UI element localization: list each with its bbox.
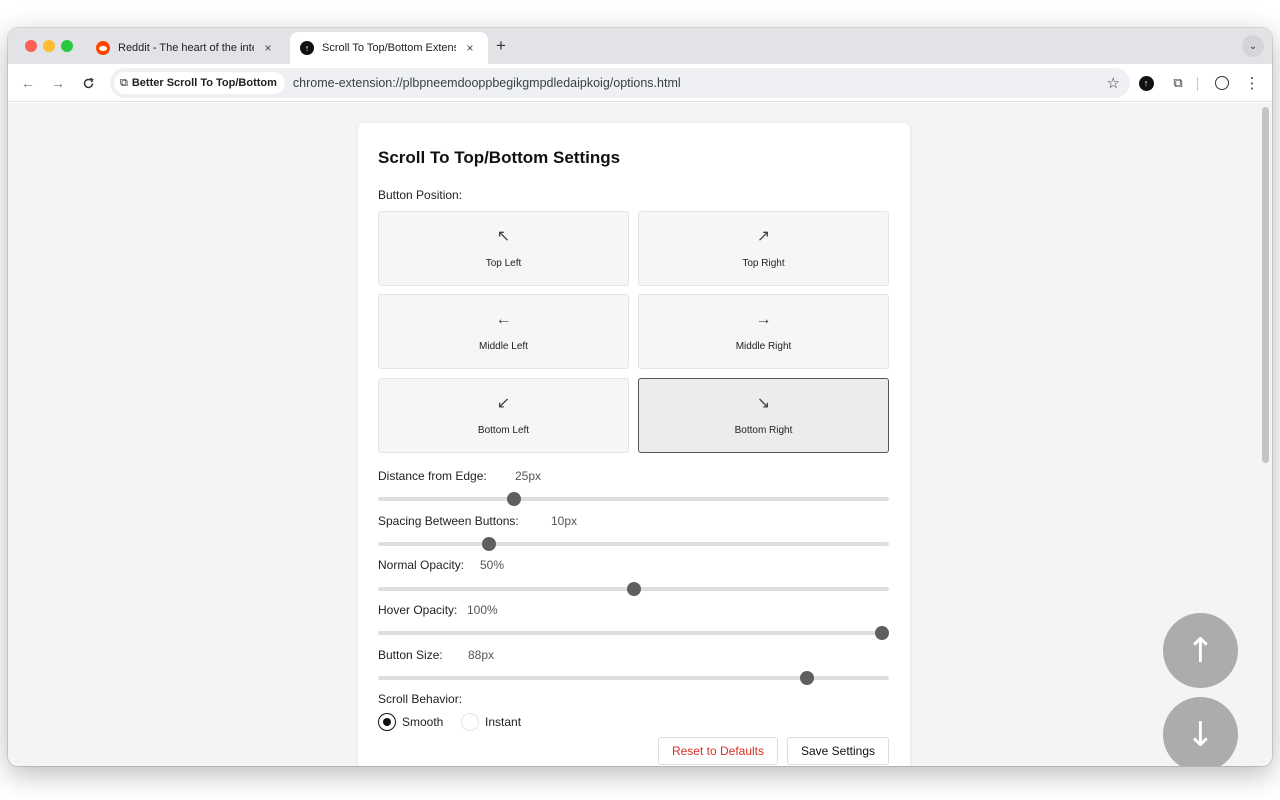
- profile-avatar-icon[interactable]: [1212, 73, 1232, 93]
- maximize-window-button[interactable]: [61, 40, 73, 52]
- scroll-to-bottom-floating-button[interactable]: ↓: [1163, 697, 1238, 766]
- scroll-extension-icon: ↑: [300, 41, 314, 55]
- arrow-right-icon: →: [755, 311, 772, 328]
- arrow-up-left-icon: ↖: [496, 228, 511, 245]
- tab-close-icon[interactable]: ×: [462, 41, 478, 55]
- normal-opacity-slider[interactable]: [378, 582, 889, 596]
- settings-card: Scroll To Top/Bottom Settings Button Pos…: [358, 123, 910, 766]
- position-middle-right-button[interactable]: → Middle Right: [638, 294, 889, 369]
- spacing-between-buttons-label: Spacing Between Buttons:: [378, 514, 519, 528]
- position-label: Middle Left: [479, 341, 528, 352]
- settings-title: Scroll To Top/Bottom Settings: [378, 148, 621, 167]
- scroll-behavior-label: Scroll Behavior:: [378, 692, 463, 706]
- site-info-chip[interactable]: ⧉ Better Scroll To Top/Bottom: [114, 72, 285, 94]
- bookmark-star-icon[interactable]: ☆: [1107, 74, 1120, 92]
- arrow-up-right-icon: ↗: [756, 228, 771, 245]
- forward-button[interactable]: →: [48, 73, 68, 93]
- minimize-window-button[interactable]: [43, 40, 55, 52]
- normal-opacity-label: Normal Opacity:: [378, 558, 465, 572]
- tab-search-button[interactable]: ⌄: [1242, 35, 1264, 57]
- hover-opacity-label: Hover Opacity:: [378, 603, 458, 617]
- slider-thumb[interactable]: [626, 582, 641, 596]
- smooth-radio[interactable]: [378, 713, 396, 731]
- extensions-puzzle-icon[interactable]: ⧉: [1168, 73, 1188, 93]
- position-label: Top Right: [742, 258, 785, 269]
- tab-strip: Reddit - The heart of the inte × ↑ Scrol…: [8, 28, 1272, 64]
- slider-thumb[interactable]: [800, 671, 815, 685]
- slider-thumb[interactable]: [875, 626, 889, 640]
- hover-opacity-slider[interactable]: [378, 626, 889, 640]
- site-chip-label: Better Scroll To Top/Bottom: [131, 77, 277, 89]
- reload-icon: [83, 77, 94, 88]
- arrow-left-icon: ←: [495, 311, 512, 328]
- spacing-between-buttons-value: 10px: [551, 514, 578, 528]
- tab-title: Scroll To Top/Bottom Extensio: [322, 42, 456, 54]
- reddit-icon: [96, 41, 110, 55]
- instant-radio[interactable]: [461, 713, 479, 731]
- browser-window: Reddit - The heart of the inte × ↑ Scrol…: [8, 28, 1272, 766]
- browser-toolbar: ← → ⧉ Better Scroll To Top/Bottom chrome…: [8, 64, 1272, 102]
- tab-title: Reddit - The heart of the inte: [118, 42, 254, 54]
- reload-button[interactable]: [78, 73, 98, 93]
- button-size-slider[interactable]: [378, 671, 889, 685]
- position-label: Top Left: [485, 258, 522, 269]
- distance-from-edge-value: 25px: [515, 469, 542, 483]
- slider-thumb[interactable]: [507, 492, 522, 506]
- position-top-right-button[interactable]: ↗ Top Right: [638, 211, 889, 286]
- position-label: Middle Right: [735, 341, 792, 352]
- position-middle-left-button[interactable]: ← Middle Left: [378, 294, 629, 369]
- scroll-behavior-options: Smooth Instant: [378, 713, 578, 733]
- button-size-label: Button Size:: [378, 648, 443, 662]
- normal-opacity-value: 50%: [480, 558, 505, 572]
- smooth-radio-label[interactable]: Smooth: [402, 715, 443, 729]
- instant-radio-label[interactable]: Instant: [485, 715, 521, 729]
- arrow-down-right-icon: ↘: [756, 395, 771, 412]
- spacing-between-buttons-slider[interactable]: [378, 537, 889, 551]
- position-bottom-left-button[interactable]: ↙ Bottom Left: [378, 378, 629, 453]
- hover-opacity-value: 100%: [467, 603, 498, 617]
- position-label: Bottom Right: [734, 425, 793, 436]
- slider-thumb[interactable]: [482, 537, 497, 551]
- position-label: Bottom Left: [477, 425, 530, 436]
- address-bar[interactable]: ⧉ Better Scroll To Top/Bottom chrome-ext…: [110, 68, 1130, 98]
- page-content: Scroll To Top/Bottom Settings Button Pos…: [8, 103, 1272, 766]
- extension-puzzle-icon: ⧉: [120, 76, 128, 89]
- tab-scroll-extension[interactable]: ↑ Scroll To Top/Bottom Extensio ×: [290, 32, 488, 64]
- scroll-extension-toolbar-button[interactable]: ↑: [1136, 73, 1156, 93]
- toolbar-divider: [1197, 77, 1198, 91]
- save-settings-button[interactable]: Save Settings: [787, 737, 889, 765]
- tab-reddit[interactable]: Reddit - The heart of the inte ×: [86, 32, 286, 64]
- position-top-left-button[interactable]: ↖ Top Left: [378, 211, 629, 286]
- arrow-down-left-icon: ↙: [496, 395, 511, 412]
- reset-to-defaults-button[interactable]: Reset to Defaults: [658, 737, 778, 765]
- distance-from-edge-slider[interactable]: [378, 492, 889, 506]
- close-window-button[interactable]: [25, 40, 37, 52]
- scroll-to-top-floating-button[interactable]: ↑: [1163, 613, 1238, 688]
- page-scrollbar[interactable]: [1262, 107, 1269, 463]
- back-button[interactable]: ←: [18, 73, 38, 93]
- tab-close-icon[interactable]: ×: [260, 41, 276, 55]
- scroll-extension-icon: ↑: [1138, 75, 1154, 91]
- browser-menu-icon[interactable]: ⋮: [1242, 73, 1262, 93]
- button-position-label: Button Position:: [378, 188, 463, 202]
- url-text[interactable]: chrome-extension://plbpneemdooppbegikgmp…: [293, 76, 681, 90]
- new-tab-button[interactable]: +: [496, 37, 506, 55]
- position-bottom-right-button[interactable]: ↘ Bottom Right: [638, 378, 889, 453]
- button-size-value: 88px: [468, 648, 495, 662]
- distance-from-edge-label: Distance from Edge:: [378, 469, 487, 483]
